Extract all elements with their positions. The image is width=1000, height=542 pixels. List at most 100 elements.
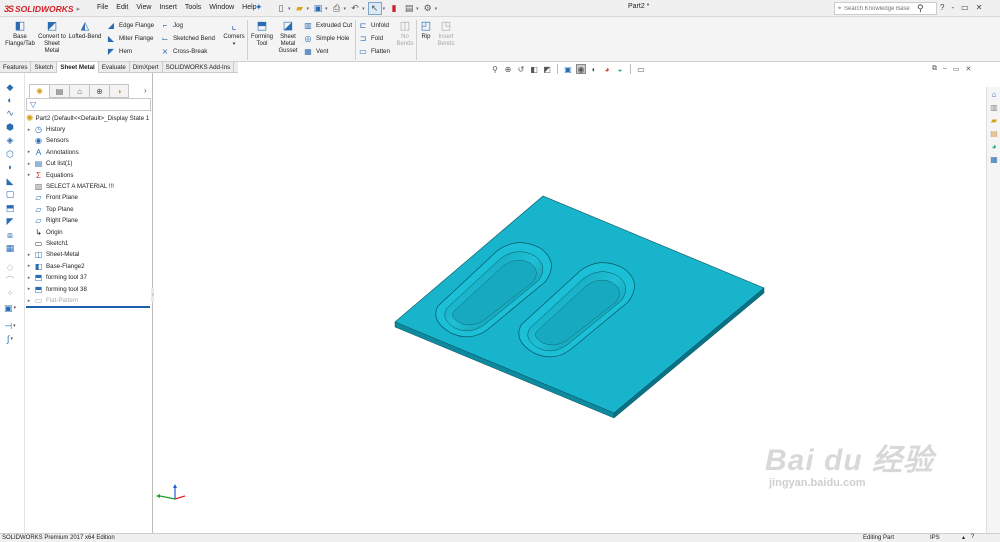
menu-tools[interactable]: Tools (181, 3, 205, 13)
viewport-minimize-icon[interactable]: – (943, 65, 947, 73)
tab-dimxpert[interactable]: DimXpert (130, 62, 163, 73)
chevron-down-icon[interactable]: ▾ (416, 6, 419, 12)
zoom-to-fit-icon[interactable]: ⚲ (490, 64, 500, 74)
cross-break-button[interactable]: ⨯ Cross-Break (160, 46, 215, 57)
tree-item-front-plane[interactable]: ▱ Front Plane (25, 192, 78, 203)
file-properties-icon[interactable]: ▤ (403, 3, 415, 15)
chevron-down-icon[interactable]: ▾ (10, 336, 13, 342)
filter-input[interactable] (36, 101, 137, 108)
apply-scene-icon[interactable]: ◒ (615, 64, 625, 74)
menu-window[interactable]: Window (205, 3, 238, 13)
vent-button[interactable]: ▦ Vent (303, 46, 352, 57)
view-cube-icon[interactable]: ▣ ▾ (3, 302, 17, 314)
viewport-restore-icon[interactable]: ▭ (953, 65, 960, 73)
rip-button[interactable]: ◰ Rip (418, 19, 434, 41)
help-icon[interactable]: ? (940, 3, 944, 12)
rebuild-icon[interactable]: ▮ (388, 3, 400, 15)
smart-dimension-icon[interactable]: ⊣ ▾ (3, 320, 17, 332)
tree-item-base-flange2[interactable]: ▸ ◧ Base-Flange2 (25, 261, 85, 272)
shell-icon[interactable]: ▢ (3, 188, 17, 200)
expand-arrow-icon[interactable]: ▸ (25, 161, 33, 167)
units-chevron-up-icon[interactable]: ▴ (962, 534, 965, 541)
extruded-cut-icon[interactable]: ◈ (3, 134, 17, 146)
insert-bends-button[interactable]: ◳ Insert Bends (435, 19, 457, 48)
menu-edit[interactable]: Edit (112, 3, 132, 13)
menu-view[interactable]: View (132, 3, 155, 13)
display-style-icon[interactable]: ◉ (576, 64, 586, 74)
expand-arrow-icon[interactable]: ▸ (25, 263, 33, 269)
sweep-icon[interactable]: ∿ (3, 107, 17, 119)
minimize-icon[interactable]: - (951, 3, 954, 12)
custom-properties-icon[interactable]: ▦ (988, 154, 1000, 165)
section-view-icon[interactable]: ◧ (529, 64, 539, 74)
tree-item-forming-tool-38[interactable]: ▸ ⬒ forming tool 38 (25, 284, 87, 295)
chevron-down-icon[interactable]: ▾ (325, 6, 328, 12)
undo-icon[interactable]: ↶ (349, 3, 361, 15)
sketched-bend-button[interactable]: ⌙ Sketched Bend (160, 33, 215, 44)
hole-wizard-icon[interactable]: ⬡ (3, 148, 17, 160)
tree-item-annotations[interactable]: ▸ A Annotations (25, 147, 79, 158)
rib-icon[interactable]: ⬒ (3, 202, 17, 214)
pin-icon[interactable]: ✦ (255, 2, 263, 13)
propertymanager-tab-icon[interactable]: ▤ (49, 84, 69, 98)
fillet-icon[interactable]: ◗ (3, 161, 17, 173)
dynamic-annotation-icon[interactable]: ◩ (542, 64, 552, 74)
chevron-down-icon[interactable]: ▾ (14, 305, 17, 311)
convert-sheet-metal-button[interactable]: ◩ Convert to Sheet Metal (37, 19, 67, 55)
split-view-icon[interactable]: ⧉ (932, 65, 937, 73)
search-knowledge-base[interactable]: ⌖ ⚲ (834, 2, 937, 15)
instant3d-icon[interactable]: ✧ (3, 287, 17, 299)
solidworks-logo[interactable]: 3S SOLIDWORKS ▸ (4, 2, 82, 15)
base-flange-button[interactable]: ◧ Base Flange/Tab (4, 19, 36, 48)
chevron-down-icon[interactable]: ▾ (13, 323, 16, 329)
chevron-down-icon[interactable]: ▾ (435, 6, 438, 12)
chevron-down-icon[interactable]: ▾ (362, 6, 365, 12)
displaymanager-tab-icon[interactable]: ◑ (109, 84, 129, 98)
chevron-down-icon[interactable]: ▾ (344, 6, 347, 12)
design-library-icon[interactable]: ▥ (988, 102, 1000, 113)
jog-button[interactable]: ⌐ Jog (160, 20, 215, 31)
expand-arrow-icon[interactable]: ▸ (25, 149, 33, 155)
save-icon[interactable]: ▣ (312, 3, 324, 15)
search-input[interactable] (844, 5, 914, 12)
no-bends-button[interactable]: ◫ No Bends (394, 19, 416, 48)
fold-button[interactable]: ⊐ Fold (358, 33, 390, 44)
rollback-bar[interactable] (26, 306, 150, 308)
tree-root[interactable]: ✺ Part2 (Default<<Default>_Display State… (26, 113, 149, 124)
options-gear-icon[interactable]: ⚙ (422, 3, 434, 15)
chevron-down-icon[interactable]: ▾ (307, 6, 310, 12)
zoom-to-area-icon[interactable]: ⊕ (503, 64, 513, 74)
tree-item-top-plane[interactable]: ▱ Top Plane (25, 204, 73, 215)
tree-item-equations[interactable]: ▸ Σ Equations (25, 170, 74, 181)
chamfer-icon[interactable]: ◣ (3, 175, 17, 187)
help-icon[interactable]: ? (971, 534, 974, 541)
tree-item-sensors[interactable]: ◉ Sensors (25, 135, 69, 146)
tree-item-sketch1[interactable]: ▭ Sketch1 (25, 238, 69, 249)
simple-hole-button[interactable]: ◎ Simple Hole (303, 33, 352, 44)
tree-item-sheet-metal[interactable]: ▸ ◫ Sheet-Metal (25, 249, 80, 260)
units-selector[interactable]: IPS (930, 535, 940, 541)
search-icon[interactable]: ⚲ (917, 3, 924, 14)
tree-filter[interactable]: ▽ (26, 98, 151, 111)
search-scope-icon[interactable]: ⌖ (835, 5, 844, 13)
solidworks-resources-icon[interactable]: ⌂ (988, 89, 1000, 100)
chevron-down-icon[interactable]: ▾ (383, 6, 386, 12)
expand-arrow-icon[interactable]: ▸ (25, 275, 33, 281)
edge-flange-button[interactable]: ◢ Edge Flange (106, 20, 154, 31)
mirror-icon[interactable]: ⧈ (3, 229, 17, 241)
tab-evaluate[interactable]: Evaluate (99, 62, 130, 73)
hem-button[interactable]: ◤ Hem (106, 46, 154, 57)
curves-icon[interactable]: ⌒ (3, 274, 17, 286)
sketch-curve-icon[interactable]: ∫ ▾ (3, 333, 17, 345)
chevron-down-icon[interactable]: ▾ (288, 6, 291, 12)
loft-icon[interactable]: ⬢ (3, 121, 17, 133)
viewport-close-icon[interactable]: ✕ (966, 65, 972, 73)
view-settings-icon[interactable]: ▭ (636, 64, 646, 74)
linear-pattern-icon[interactable]: ▦ (3, 242, 17, 254)
revolve-icon[interactable]: ◐ (3, 94, 17, 106)
expand-arrow-icon[interactable]: ▸ (25, 298, 33, 304)
flatten-button[interactable]: ▭ Flatten (358, 46, 390, 57)
miter-flange-button[interactable]: ◣ Miter Flange (106, 33, 154, 44)
sheet-metal-gusset-button[interactable]: ◪ Sheet Metal Gusset (276, 19, 300, 55)
new-document-icon[interactable]: ▯ (275, 3, 287, 15)
